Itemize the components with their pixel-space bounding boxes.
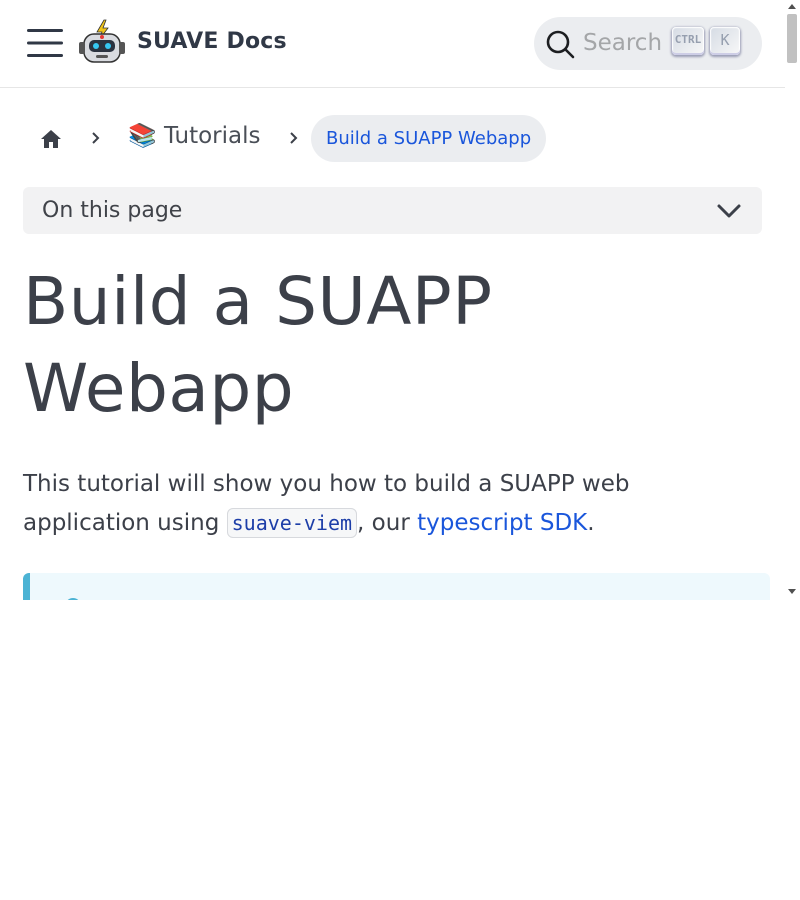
on-this-page-dropdown[interactable]: On this page [23,187,762,234]
shortcut-k-key: K [710,27,740,55]
info-icon [64,597,82,600]
browser-viewport: SUAVE Docs Search CTRL K 📚 Tutorials Bui… [0,0,800,600]
info-admonition [23,573,770,600]
typescript-sdk-link[interactable]: typescript SDK [417,510,587,536]
search-icon [545,29,575,59]
page-title: Build a SUAPP Webapp [23,263,493,427]
chevron-right-icon [87,129,105,147]
intro-paragraph: This tutorial will show you how to build… [23,465,763,543]
breadcrumb-current[interactable]: Build a SUAPP Webapp [311,115,547,162]
brand-title[interactable]: SUAVE Docs [137,29,287,54]
breadcrumb-tutorials[interactable]: 📚 Tutorials [128,122,261,149]
page-scrollbar[interactable] [785,0,800,600]
inline-code: suave-viem [226,508,358,538]
chevron-down-icon [716,200,742,222]
robot-logo-icon[interactable] [78,18,126,68]
shortcut-ctrl-key: CTRL [672,27,704,55]
home-icon[interactable] [39,127,63,151]
intro-text: . [587,510,595,536]
scrollbar-thumb[interactable] [787,14,797,63]
toc-label: On this page [42,198,183,223]
navbar: SUAVE Docs Search CTRL K [0,0,785,88]
intro-text: , our [357,510,418,536]
search-placeholder: Search [583,30,663,56]
hamburger-menu-icon[interactable] [27,28,63,58]
search-button[interactable]: Search CTRL K [534,17,762,70]
scroll-up-icon[interactable] [788,4,796,9]
scroll-down-icon[interactable] [788,589,796,594]
chevron-right-icon [285,129,303,147]
